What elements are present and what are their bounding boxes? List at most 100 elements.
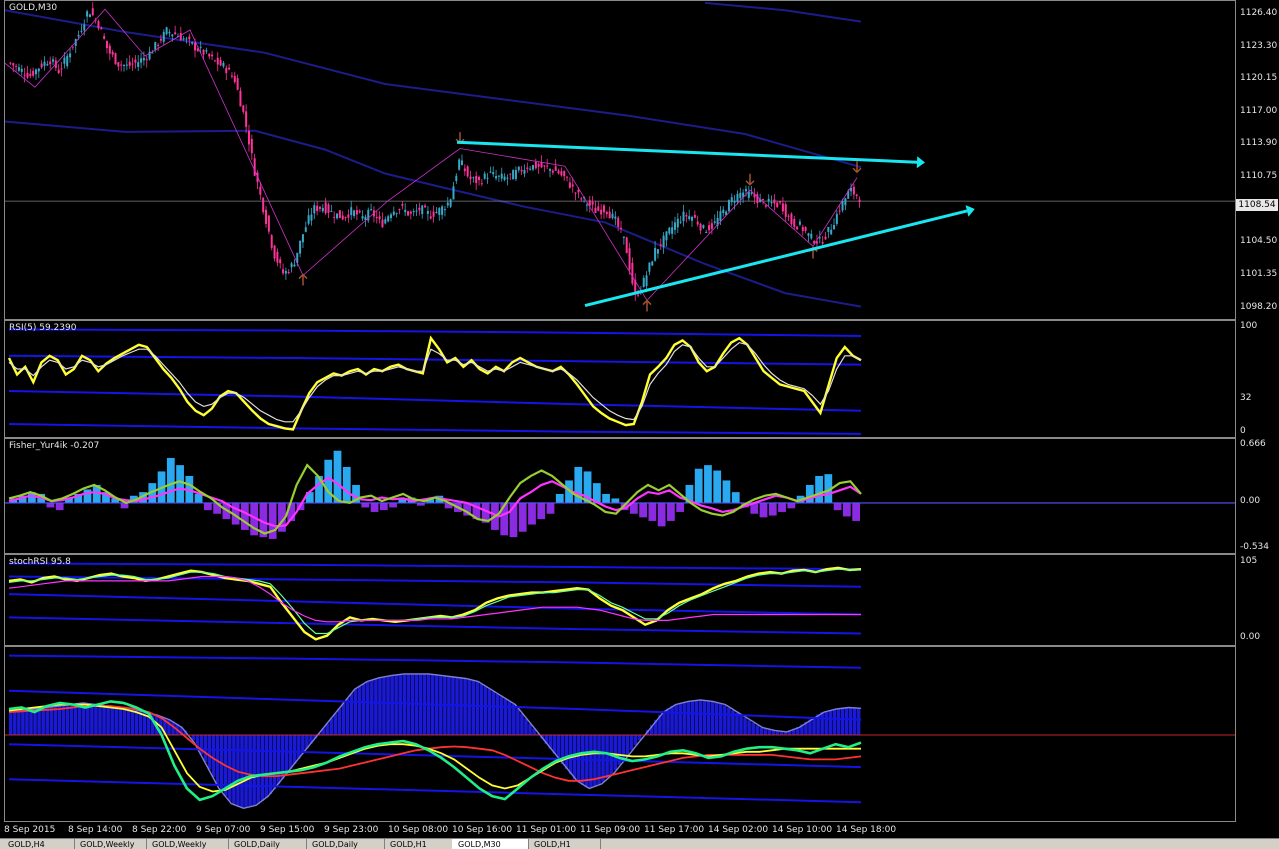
fisher-svg (5, 439, 1236, 554)
candle-body (316, 206, 318, 211)
candle-body (123, 65, 125, 66)
oscillator-histogram-bar (849, 708, 852, 735)
oscillator-svg (5, 647, 1236, 822)
candle-body (577, 190, 579, 193)
candle-body (129, 62, 131, 66)
fisher-histogram-bar (704, 465, 712, 503)
candle-body (228, 68, 230, 70)
candle-body (271, 235, 273, 248)
candle-body (146, 59, 148, 60)
price-chart-pane[interactable]: GOLD,M30 (4, 0, 1236, 320)
oscillator-histogram-bar (21, 711, 24, 735)
oscillator-histogram-bar (601, 735, 604, 782)
candle-body (833, 225, 835, 229)
oscillator-histogram-bar (455, 677, 458, 735)
candle-body (322, 208, 324, 211)
oscillator-histogram-bar (382, 677, 385, 735)
candle-body (538, 164, 540, 167)
price-tick-label: 1113.90 (1240, 138, 1277, 148)
indicator-tick-label: 0.00 (1240, 496, 1260, 506)
candle-body (677, 219, 679, 228)
candle-body (78, 35, 80, 37)
fractal-arrow (643, 301, 651, 312)
time-tick-label: 8 Sep 14:00 (68, 825, 122, 835)
candle-body (254, 158, 256, 176)
candle-body (433, 212, 435, 217)
fisher-histogram-bar (695, 469, 703, 503)
candle-body (183, 38, 185, 39)
candle-body (492, 172, 494, 174)
oscillator-histogram-bar (123, 708, 126, 735)
fisher-histogram-bar (47, 503, 55, 508)
rsi-pane[interactable]: RSI(5) 59.2390 (4, 320, 1236, 438)
oscillator-pane[interactable] (4, 646, 1236, 822)
candle-body (103, 36, 105, 39)
price-chart-svg (5, 1, 1236, 320)
candle-body (112, 52, 114, 55)
time-tick-label: 14 Sep 10:00 (772, 825, 832, 835)
oscillator-histogram-bar (25, 710, 28, 735)
oscillator-histogram-bar (747, 720, 750, 735)
candle-body (325, 202, 327, 213)
candle-body (671, 227, 673, 234)
candle-body (410, 212, 412, 214)
candle-body (637, 295, 639, 296)
candle-body (827, 227, 829, 232)
candle-body (140, 58, 142, 62)
candle-body (526, 168, 528, 169)
candle-body (810, 234, 812, 239)
candle-body (523, 170, 525, 174)
fisher-histogram-bar (528, 503, 536, 525)
fisher-histogram-bar (713, 471, 721, 503)
candle-body (566, 177, 568, 178)
candle-body (563, 171, 565, 176)
oscillator-histogram-bar (837, 709, 840, 735)
candle-body (623, 237, 625, 238)
time-tick-label: 14 Sep 02:00 (708, 825, 768, 835)
oscillator-histogram-bar (820, 712, 823, 735)
oscillator-histogram-bar (833, 709, 836, 735)
candle-body (379, 216, 381, 219)
candle-body (722, 210, 724, 213)
oscillator-histogram-bar (50, 707, 53, 735)
candle-body (586, 205, 588, 206)
time-tick-label: 11 Sep 01:00 (516, 825, 576, 835)
stochrsi-pane[interactable]: stochRSI 95.8 (4, 554, 1236, 646)
fisher-histogram-bar (84, 489, 92, 503)
fisher-histogram-bar (241, 503, 249, 530)
candle-body (421, 206, 423, 215)
candle-body (714, 221, 716, 223)
candle-body (285, 271, 287, 274)
candle-body (41, 64, 43, 68)
candle-body (592, 202, 594, 205)
candle-body (782, 203, 784, 211)
candle-body (771, 202, 773, 203)
candle-body (387, 216, 389, 221)
indicator-line (9, 343, 861, 422)
fisher-histogram-bar (361, 503, 369, 508)
candle-body (117, 62, 119, 66)
oscillator-histogram-bar (346, 698, 349, 735)
price-tick-label: 1126.40 (1240, 8, 1277, 18)
candle-body (282, 269, 284, 273)
candle-body (452, 186, 454, 199)
candle-body (790, 214, 792, 224)
fisher-pane[interactable]: Fisher_Yur4ik -0.207 (4, 438, 1236, 554)
candle-body (441, 206, 443, 214)
trendline[interactable] (585, 211, 967, 306)
candle-body (594, 208, 596, 213)
candle-body (83, 24, 85, 30)
oscillator-histogram-bar (682, 702, 685, 735)
candle-body (46, 64, 48, 65)
oscillator-histogram-bar (845, 708, 848, 735)
oscillator-histogram-bar (614, 735, 617, 770)
candle-body (532, 165, 534, 169)
candle-body (807, 233, 809, 236)
candle-body (495, 176, 497, 178)
oscillator-histogram-bar (62, 706, 65, 735)
candle-body (694, 215, 696, 218)
oscillator-histogram-bar (496, 694, 499, 735)
rsi-label: RSI(5) 59.2390 (9, 323, 76, 333)
oscillator-histogram-bar (248, 735, 251, 807)
candle-body (512, 170, 514, 179)
